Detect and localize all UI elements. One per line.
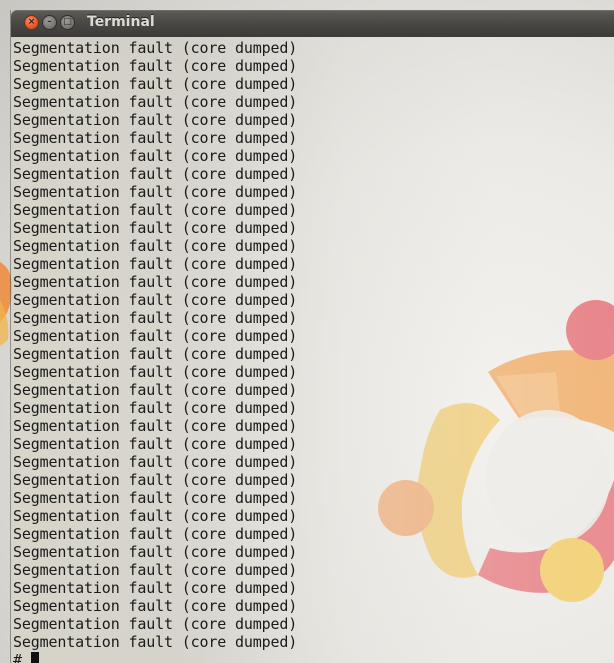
window-title: Terminal — [87, 14, 155, 30]
shell-prompt: # — [13, 651, 31, 663]
output-line: Segmentation fault (core dumped) — [13, 219, 298, 237]
prompt-line[interactable]: # — [13, 651, 297, 663]
output-line: Segmentation fault (core dumped) — [13, 291, 298, 309]
output-line: Segmentation fault (core dumped) — [13, 183, 298, 201]
minimize-icon: – — [47, 17, 52, 27]
output-line: Segmentation fault (core dumped) — [13, 597, 298, 615]
desktop-wallpaper: × – □ Terminal Segmentation fault (core … — [0, 0, 614, 663]
window-titlebar[interactable]: × – □ Terminal — [11, 10, 614, 37]
close-icon: × — [27, 17, 36, 27]
output-line: Segmentation fault (core dumped) — [13, 381, 298, 399]
output-line: Segmentation fault (core dumped) — [13, 453, 298, 471]
maximize-icon: □ — [63, 17, 72, 27]
minimize-button[interactable]: – — [42, 15, 57, 30]
output-line: Segmentation fault (core dumped) — [13, 129, 298, 147]
output-line: Segmentation fault (core dumped) — [13, 237, 298, 255]
output-line: Segmentation fault (core dumped) — [13, 111, 298, 129]
output-line: Segmentation fault (core dumped) — [13, 165, 298, 183]
output-line: Segmentation fault (core dumped) — [13, 561, 298, 579]
output-line: Segmentation fault (core dumped) — [13, 75, 298, 93]
maximize-button[interactable]: □ — [60, 15, 75, 30]
output-line: Segmentation fault (core dumped) — [13, 471, 298, 489]
output-line: Segmentation fault (core dumped) — [13, 57, 298, 75]
output-line: Segmentation fault (core dumped) — [13, 615, 298, 633]
close-button[interactable]: × — [24, 15, 39, 30]
terminal-cursor — [30, 651, 39, 663]
output-line: Segmentation fault (core dumped) — [13, 147, 298, 165]
output-line: Segmentation fault (core dumped) — [13, 201, 298, 219]
output-line: Segmentation fault (core dumped) — [13, 507, 298, 525]
output-line: Segmentation fault (core dumped) — [13, 489, 298, 507]
output-line: Segmentation fault (core dumped) — [13, 525, 298, 543]
output-line: Segmentation fault (core dumped) — [13, 93, 298, 111]
output-line: Segmentation fault (core dumped) — [13, 273, 298, 291]
terminal-output: Segmentation fault (core dumped) Segment… — [13, 39, 297, 663]
terminal-window: × – □ Terminal Segmentation fault (core … — [10, 10, 614, 663]
output-line: Segmentation fault (core dumped) — [13, 363, 298, 381]
output-line: Segmentation fault (core dumped) — [13, 327, 298, 345]
output-line: Segmentation fault (core dumped) — [13, 417, 298, 435]
output-line: Segmentation fault (core dumped) — [13, 399, 298, 417]
output-line: Segmentation fault (core dumped) — [13, 543, 298, 561]
output-line: Segmentation fault (core dumped) — [13, 345, 298, 363]
output-line: Segmentation fault (core dumped) — [13, 435, 298, 453]
output-line: Segmentation fault (core dumped) — [13, 579, 298, 597]
output-line: Segmentation fault (core dumped) — [13, 255, 298, 273]
output-line: Segmentation fault (core dumped) — [13, 309, 298, 327]
terminal-content-area[interactable]: Segmentation fault (core dumped) Segment… — [11, 37, 614, 663]
output-line: Segmentation fault (core dumped) — [13, 39, 298, 57]
output-line: Segmentation fault (core dumped) — [13, 633, 298, 651]
